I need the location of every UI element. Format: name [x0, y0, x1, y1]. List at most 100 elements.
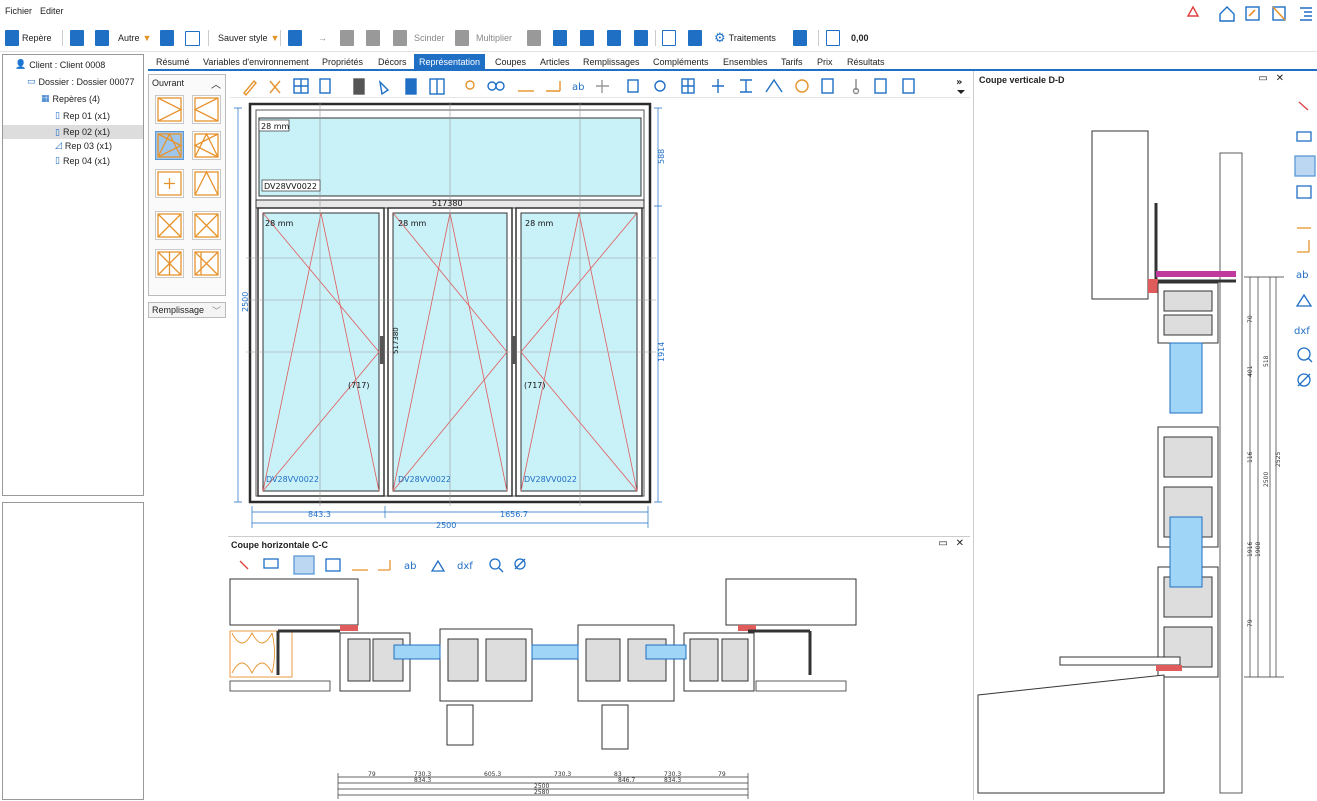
tree-rep-04[interactable]: ▯ Rep 04 (x1) [55, 155, 110, 166]
tab-complements[interactable]: Compléments [648, 54, 714, 70]
zoom-icon[interactable] [489, 558, 504, 573]
list-tree-icon[interactable] [1300, 7, 1312, 21]
layout-button[interactable] [662, 28, 676, 48]
sheet-refresh-button[interactable] [580, 28, 594, 48]
pencil-icon[interactable] [243, 79, 257, 97]
weather-icon[interactable] [465, 80, 475, 90]
measure-icon[interactable] [1272, 6, 1286, 21]
more-tools-icon[interactable]: » [956, 77, 962, 88]
ouvrant-double-right[interactable] [192, 249, 221, 278]
ouvrant-tilt-turn-left[interactable] [155, 131, 184, 160]
close-icon[interactable]: ✕ [1276, 73, 1284, 84]
maximize-icon[interactable]: ▭ [938, 538, 947, 549]
sheet-edit-button[interactable] [553, 28, 567, 48]
delete-button[interactable] [527, 28, 541, 48]
maximize-icon[interactable]: ▭ [1258, 73, 1267, 84]
node-icon[interactable] [654, 80, 666, 92]
ouvrant-tilt-turn-right[interactable] [192, 131, 221, 160]
home-icon[interactable] [1219, 6, 1235, 22]
tab-resume[interactable]: Résumé [151, 54, 195, 70]
pan-icon[interactable] [1296, 185, 1312, 199]
sauver-style-button[interactable]: Sauver style ▼ [218, 28, 279, 48]
tree-rep-03[interactable]: ◿ Rep 03 (x1) [55, 140, 112, 151]
collapse-icon[interactable]: ︿ [211, 76, 221, 91]
edit-window-icon[interactable] [1245, 6, 1260, 21]
measure-icon[interactable] [378, 560, 391, 571]
double-panel-icon[interactable] [429, 78, 445, 95]
dropdown-arrow-icon[interactable] [957, 90, 965, 94]
recycle-icon[interactable] [1186, 5, 1200, 17]
sheet-sort-button[interactable] [607, 28, 621, 48]
measure-icon[interactable] [1297, 240, 1310, 253]
paint-icon[interactable] [378, 79, 390, 96]
autre-button[interactable]: Autre ▼ [95, 28, 151, 48]
multiplier-button[interactable]: Multiplier [455, 28, 512, 48]
tree-dossier[interactable]: ▭ Dossier : Dossier 00077 [27, 76, 135, 87]
tab-articles[interactable]: Articles [535, 54, 575, 70]
hatch-icon[interactable] [1295, 293, 1313, 307]
pan-icon[interactable] [325, 558, 341, 572]
door-icon[interactable] [353, 78, 365, 95]
tab-ensembles[interactable]: Ensembles [718, 54, 773, 70]
style-load-button[interactable] [160, 28, 174, 48]
anchor-icon[interactable] [712, 79, 724, 93]
tab-decors[interactable]: Décors [373, 54, 412, 70]
traitements-button[interactable]: ⚙ Traitements [714, 28, 776, 48]
text-edit-icon[interactable]: ab [572, 82, 584, 93]
tab-prix[interactable]: Prix [812, 54, 838, 70]
split-icon[interactable] [319, 78, 331, 94]
pen-cross-icon[interactable] [269, 80, 281, 94]
cut-button[interactable] [366, 28, 380, 48]
ouvrant-fixed[interactable] [155, 169, 184, 198]
zoom-icon[interactable] [1297, 347, 1313, 363]
tab-coupes[interactable]: Coupes [490, 54, 531, 70]
hatch-icon[interactable] [430, 559, 446, 572]
zoom-fit-icon[interactable] [1298, 101, 1309, 111]
doc-export-icon[interactable] [874, 78, 887, 94]
window-grid-icon[interactable] [681, 78, 695, 94]
profile-button[interactable] [288, 28, 302, 48]
move-icon[interactable] [596, 80, 609, 93]
align-icon[interactable] [627, 79, 639, 93]
remplissage-section[interactable]: Remplissage ﹀ [148, 302, 226, 318]
tree-rep-01[interactable]: ▯ Rep 01 (x1) [55, 110, 110, 121]
text-tool-icon[interactable]: ab [1296, 270, 1308, 281]
report-button[interactable] [688, 28, 702, 48]
save-button[interactable] [185, 28, 200, 48]
arrow-right-button[interactable]: → [318, 28, 327, 48]
ouvrant-right-opening[interactable] [192, 95, 221, 124]
copy-button[interactable] [340, 28, 354, 48]
dimension-icon[interactable] [263, 558, 279, 569]
ouvrant-tilt[interactable] [192, 169, 221, 198]
grid-icon[interactable] [293, 78, 309, 94]
dimension-icon[interactable] [546, 81, 561, 92]
menu-fichier[interactable]: Fichier [5, 6, 32, 16]
ouvrant-double-left[interactable] [155, 249, 184, 278]
repere-button[interactable]: Repère [5, 28, 52, 48]
tools-button[interactable] [793, 28, 807, 48]
zoom-out-icon[interactable] [514, 558, 526, 570]
ouvrant-cross-2[interactable] [192, 211, 221, 240]
ouvrant-cross[interactable] [155, 211, 184, 240]
select-tool-active[interactable] [293, 555, 315, 575]
zoom-out-icon[interactable] [1297, 373, 1311, 387]
dxf-export-icon[interactable]: dxf [457, 561, 473, 572]
tab-variables[interactable]: Variables d'environnement [198, 54, 314, 70]
dxf-export-icon[interactable]: dxf [1294, 326, 1310, 337]
text-tool-icon[interactable]: ab [404, 561, 416, 572]
tab-resultats[interactable]: Résultats [842, 54, 890, 70]
tree-client[interactable]: 👤 Client : Client 0008 [15, 59, 105, 70]
tab-proprietes[interactable]: Propriétés [317, 54, 368, 70]
ouvrant-left-opening[interactable] [155, 95, 184, 124]
spacing-icon[interactable] [740, 79, 752, 93]
tab-tarifs[interactable]: Tarifs [776, 54, 808, 70]
thermometer-icon[interactable] [852, 79, 860, 95]
close-icon[interactable]: ✕ [956, 538, 964, 549]
menu-editer[interactable]: Editer [40, 6, 64, 16]
tab-remplissages[interactable]: Remplissages [578, 54, 645, 70]
settings-icon[interactable] [795, 79, 809, 93]
folder-new-button[interactable] [70, 28, 84, 48]
tab-representation[interactable]: Représentation [414, 54, 486, 70]
scinder-button[interactable]: Scinder [393, 28, 445, 48]
window-elevation-drawing[interactable]: 28 mm DV28VV0022 517380 28 mm 28 mm 28 m… [230, 98, 970, 530]
